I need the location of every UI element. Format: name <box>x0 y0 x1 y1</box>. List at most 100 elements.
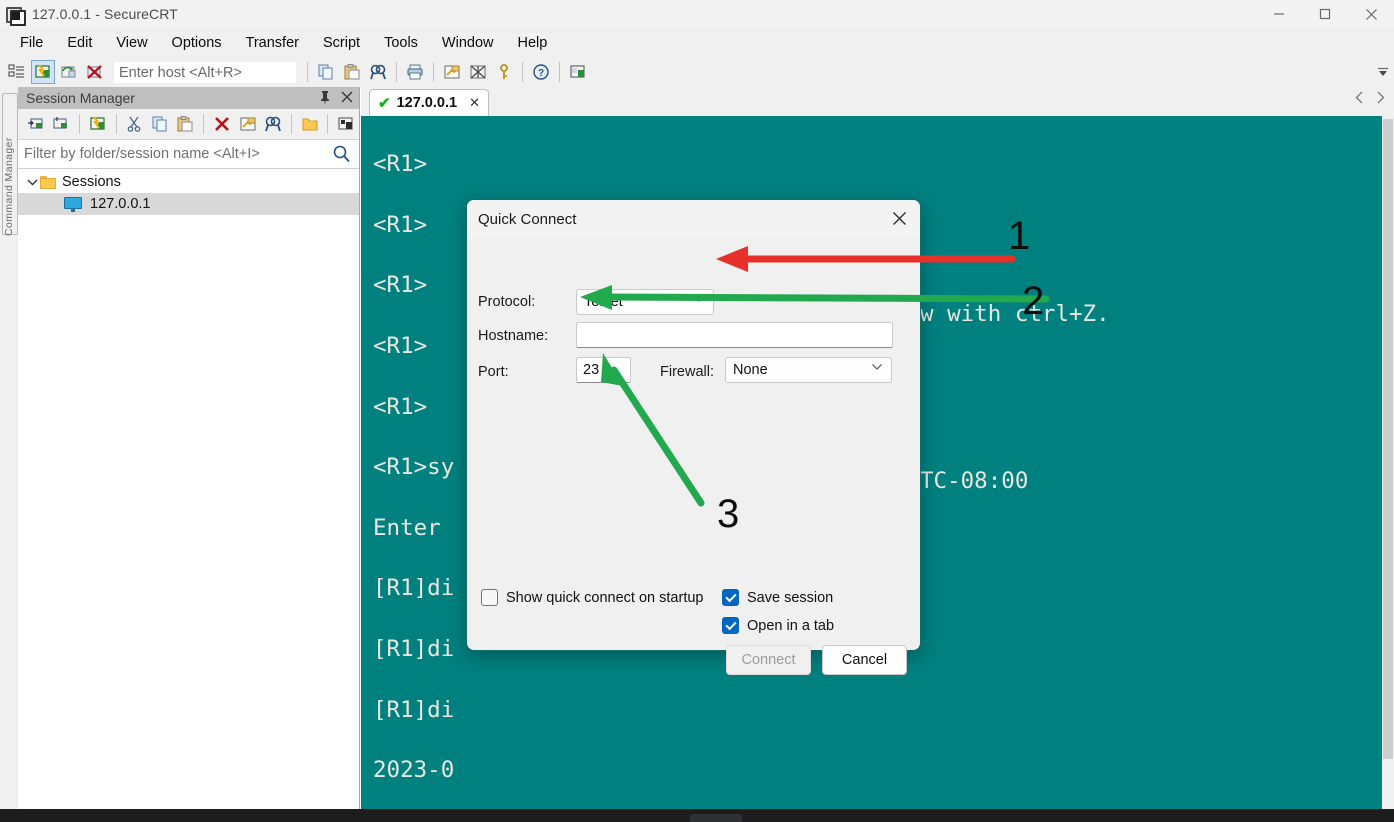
annotation-number-1: 1 <box>1008 214 1031 258</box>
toolbar-separator <box>290 114 292 134</box>
global-options-icon[interactable] <box>466 60 490 84</box>
securecrt-window: 127.0.0.1 - SecureCRT File Edit View Opt… <box>0 0 1394 822</box>
new-session-icon[interactable] <box>334 112 358 136</box>
close-icon[interactable] <box>341 91 353 105</box>
connect-button[interactable]: Connect <box>726 645 811 675</box>
annotation-number-3: 3 <box>717 492 740 536</box>
hostname-label: Hostname: <box>478 328 549 344</box>
session-manager-title: Session Manager <box>26 90 135 106</box>
show-quick-connect-on-startup-checkbox[interactable]: Show quick connect on startup <box>481 589 703 606</box>
menu-item-options[interactable]: Options <box>160 31 234 55</box>
tree-item-label: Sessions <box>62 174 121 190</box>
close-icon[interactable]: ✕ <box>469 95 480 111</box>
terminal-line: [R1]di <box>373 696 455 723</box>
find-icon[interactable] <box>261 112 285 136</box>
cut-icon[interactable] <box>123 112 147 136</box>
close-icon[interactable] <box>884 205 914 231</box>
session-filter-input[interactable]: Filter by folder/session name <Alt+I> <box>18 146 260 162</box>
menu-item-tools[interactable]: Tools <box>372 31 430 55</box>
delete-icon[interactable] <box>210 112 234 136</box>
chevron-down-icon[interactable] <box>871 362 883 374</box>
hostname-input[interactable] <box>576 322 893 348</box>
find-icon[interactable] <box>366 60 390 84</box>
minimize-icon[interactable] <box>1256 0 1302 28</box>
terminal-scrollbar[interactable] <box>1382 116 1394 809</box>
session-manager-icon[interactable] <box>5 60 29 84</box>
new-session-icon[interactable] <box>566 60 590 84</box>
quick-connect-icon[interactable] <box>31 60 55 84</box>
session-options-icon[interactable] <box>440 60 464 84</box>
quick-connect-dialog: Quick Connect Protocol: Telnet Hostname:… <box>466 199 921 675</box>
search-icon[interactable] <box>332 144 351 168</box>
tab-127-0-0-1[interactable]: ✔ 127.0.0.1 ✕ <box>369 89 489 116</box>
cancel-button[interactable]: Cancel <box>822 645 907 675</box>
toolbar-separator <box>203 114 205 134</box>
key-icon[interactable] <box>492 60 516 84</box>
title-bar: 127.0.0.1 - SecureCRT <box>0 0 1394 28</box>
menu-item-window[interactable]: Window <box>430 31 506 55</box>
firewall-label: Firewall: <box>660 364 714 380</box>
checkbox-box[interactable] <box>481 589 498 606</box>
checkbox-box[interactable] <box>722 617 739 634</box>
scrollbar-thumb[interactable] <box>1383 119 1393 759</box>
help-icon[interactable]: ? <box>529 60 553 84</box>
firewall-value: None <box>733 362 768 378</box>
tab-strip: ✔ 127.0.0.1 ✕ <box>361 87 1394 116</box>
chevron-down-icon[interactable] <box>24 178 40 186</box>
monitor-icon <box>64 196 82 212</box>
scroll-left-icon[interactable] <box>1354 91 1365 107</box>
menu-item-transfer[interactable]: Transfer <box>234 31 311 55</box>
protocol-value: Telnet <box>584 294 623 310</box>
session-manager-panel: Session Manager Filter by folder/session… <box>18 87 360 809</box>
tree-item-127-0-0-1[interactable]: 127.0.0.1 <box>18 193 359 215</box>
dialog-body: Protocol: Telnet Hostname: Port: 23 Fire… <box>467 238 920 688</box>
toolbar-separator <box>115 114 117 134</box>
tree-item-sessions[interactable]: Sessions <box>18 171 359 193</box>
toolbar-overflow-icon[interactable] <box>1372 57 1394 87</box>
dialog-title-bar: Quick Connect <box>467 200 920 238</box>
properties-icon[interactable] <box>236 112 260 136</box>
toolbar-separator <box>396 62 397 82</box>
quick-connect-icon[interactable] <box>86 112 110 136</box>
host-input[interactable]: Enter host <Alt+R> <box>114 61 296 83</box>
toolbar-separator <box>327 114 329 134</box>
paste-icon[interactable] <box>174 112 198 136</box>
copy-icon[interactable] <box>148 112 172 136</box>
maximize-icon[interactable] <box>1302 0 1348 28</box>
protocol-select[interactable]: Telnet <box>576 289 714 315</box>
menu-item-edit[interactable]: Edit <box>55 31 104 55</box>
toolbar-separator <box>522 62 523 82</box>
print-icon[interactable] <box>403 60 427 84</box>
port-input[interactable]: 23 <box>576 357 631 383</box>
save-session-checkbox[interactable]: Save session <box>722 589 833 606</box>
main-toolbar: Enter host <Alt+R> ? <box>0 57 1394 87</box>
connect-icon[interactable] <box>24 112 48 136</box>
securecrt-app-icon <box>6 5 26 26</box>
menu-item-view[interactable]: View <box>104 31 159 55</box>
open-in-a-tab-checkbox[interactable]: Open in a tab <box>722 617 834 634</box>
session-manager-toolbar <box>18 109 359 140</box>
pin-icon[interactable] <box>319 90 331 106</box>
menu-item-script[interactable]: Script <box>311 31 372 55</box>
disconnect-icon[interactable] <box>83 60 107 84</box>
session-filter-row: Filter by folder/session name <Alt+I> <box>18 140 359 169</box>
checkbox-box[interactable] <box>722 589 739 606</box>
chevron-down-icon[interactable] <box>693 294 705 306</box>
firewall-select[interactable]: None <box>725 357 892 383</box>
menu-item-help[interactable]: Help <box>506 31 560 55</box>
annotation-number-2: 2 <box>1022 279 1045 323</box>
session-tree: Sessions 127.0.0.1 <box>18 169 359 215</box>
new-folder-icon[interactable] <box>298 112 322 136</box>
menu-item-file[interactable]: File <box>8 31 55 55</box>
terminal-line: 2023-0 <box>373 757 455 784</box>
connect-in-tab-icon[interactable] <box>50 112 74 136</box>
reconnect-icon[interactable] <box>57 60 81 84</box>
toolbar-separator <box>307 62 308 82</box>
copy-icon[interactable] <box>314 60 338 84</box>
close-icon[interactable] <box>1348 0 1394 28</box>
paste-icon[interactable] <box>340 60 364 84</box>
scroll-right-icon[interactable] <box>1375 91 1386 107</box>
port-label: Port: <box>478 364 509 380</box>
command-manager-tab[interactable]: Command Manager <box>2 93 18 236</box>
svg-text:?: ? <box>538 68 544 79</box>
